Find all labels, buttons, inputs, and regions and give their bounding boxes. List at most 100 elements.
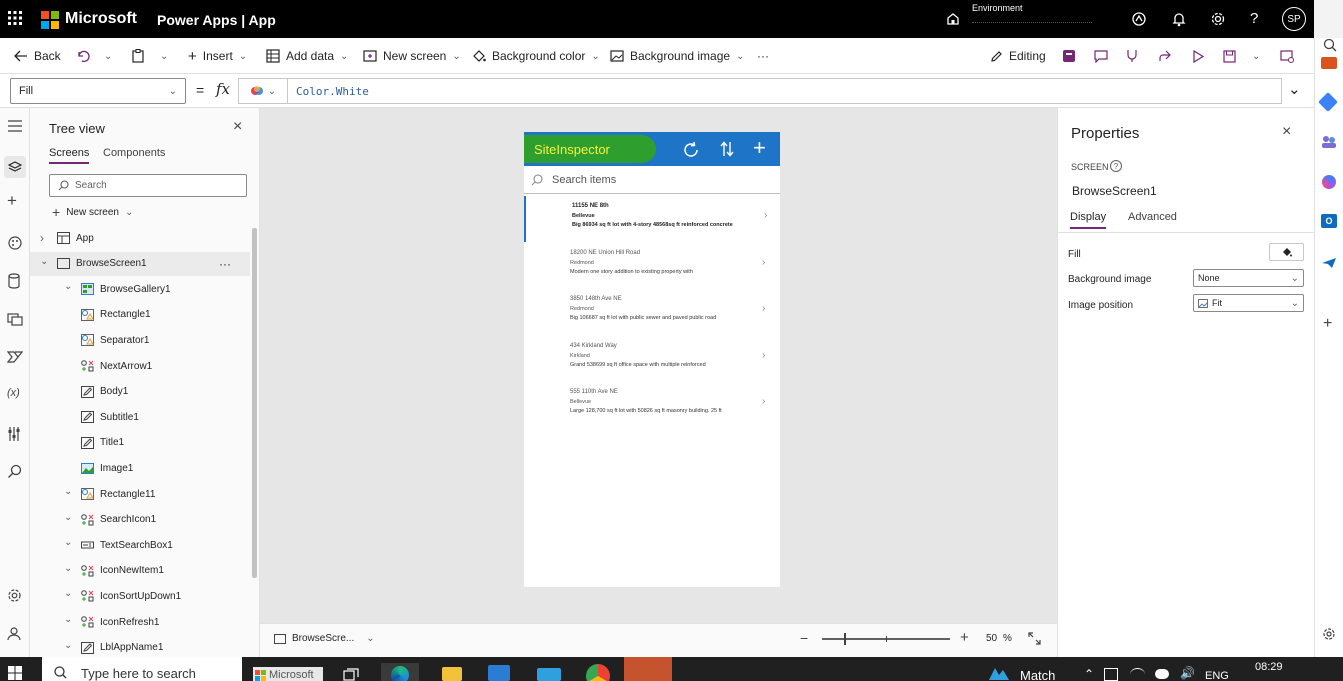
chevron-down-icon[interactable]: ⌄ xyxy=(64,537,76,548)
insert-button[interactable]: + Insert ⌄ xyxy=(188,38,247,74)
tree-item-rectangle11[interactable]: ⌄ Rectangle11 xyxy=(30,482,250,506)
tree-item-iconsortupdown1[interactable]: ⌄ IconSortUpDown1 xyxy=(30,584,250,608)
tab-components[interactable]: Components xyxy=(103,147,165,159)
formula-input[interactable]: Color.White xyxy=(288,78,1282,104)
sidebar-settings-icon[interactable] xyxy=(1322,627,1336,641)
tree-view-layers-icon[interactable] xyxy=(4,156,26,178)
help-icon[interactable]: ? xyxy=(1250,10,1258,27)
back-button[interactable]: Back xyxy=(14,38,61,74)
send-icon[interactable] xyxy=(1321,257,1337,269)
publish-button[interactable] xyxy=(1280,38,1294,74)
app-name[interactable]: Power Apps | App xyxy=(157,12,276,28)
save-button[interactable] xyxy=(1223,38,1236,74)
people-icon[interactable] xyxy=(1321,135,1337,149)
fill-color-picker[interactable] xyxy=(1269,243,1304,261)
tree-item-separator1[interactable]: Separator1 xyxy=(30,328,250,352)
chevron-down-icon[interactable]: ⌄ xyxy=(40,256,52,267)
gallery-item[interactable]: 3850 148th Ave NE Redmond Big 106687 sq ft… xyxy=(524,289,780,335)
next-arrow-icon[interactable]: › xyxy=(762,303,765,314)
property-dropdown[interactable]: Fill ⌄ xyxy=(10,78,186,104)
advanced-tools-icon[interactable] xyxy=(7,426,21,442)
control-name[interactable]: BrowseScreen1 xyxy=(1072,184,1157,198)
weather-label[interactable]: Match xyxy=(1020,668,1055,681)
tree-item-nextarrow1[interactable]: NextArrow1 xyxy=(30,354,250,378)
more-commands-button[interactable]: ··· xyxy=(757,38,769,74)
chevron-down-icon[interactable]: ⌄ xyxy=(64,563,76,574)
tab-display[interactable]: Display xyxy=(1070,211,1107,229)
chevron-down-icon[interactable]: ⌄ xyxy=(64,588,76,599)
zoom-in-icon[interactable]: + xyxy=(960,629,969,646)
add-data-button[interactable]: Add data ⌄ xyxy=(266,38,348,74)
next-arrow-icon[interactable]: › xyxy=(764,210,767,221)
avatar[interactable]: SP xyxy=(1282,7,1306,31)
clock-time[interactable]: 08:29 xyxy=(1255,661,1283,673)
save-chevron-icon[interactable]: ⌄ xyxy=(1252,38,1260,74)
tree-item-rectangle1[interactable]: Rectangle1 xyxy=(30,303,250,327)
tree-item-iconrefresh1[interactable]: ⌄ IconRefresh1 xyxy=(30,610,250,634)
share-button[interactable] xyxy=(1158,38,1172,74)
chrome-icon[interactable] xyxy=(586,664,610,681)
brand-name[interactable]: Microsoft xyxy=(65,10,137,28)
chevron-down-icon[interactable]: ⌄ xyxy=(64,614,76,625)
media-icon[interactable] xyxy=(7,312,23,326)
tree-item-searchicon1[interactable]: ⌄ SearchIcon1 xyxy=(30,508,250,532)
expand-formula-chevron-icon[interactable]: ⌄ xyxy=(1288,80,1301,98)
mail-icon[interactable] xyxy=(537,668,561,681)
add-plus-icon[interactable]: + xyxy=(1323,315,1332,333)
undo-button[interactable] xyxy=(76,38,90,74)
tree-item-iconnewitem1[interactable]: ⌄ IconNewItem1 xyxy=(30,559,250,583)
close-icon[interactable]: × xyxy=(1282,123,1291,141)
tag-icon[interactable] xyxy=(1318,92,1338,112)
app-title[interactable]: SiteInspector xyxy=(534,142,610,157)
next-arrow-icon[interactable]: › xyxy=(762,350,765,361)
paste-chevron-icon[interactable]: ⌄ xyxy=(160,38,168,74)
hamburger-menu-icon[interactable] xyxy=(7,120,23,132)
toolbox-icon[interactable] xyxy=(1321,57,1337,69)
themes-palette-icon[interactable] xyxy=(7,235,23,251)
next-arrow-icon[interactable]: › xyxy=(762,257,765,268)
tree-item-textsearchbox1[interactable]: ⌄ TextSearchBox1 xyxy=(30,533,250,557)
more-options-icon[interactable]: ··· xyxy=(219,257,231,271)
variables-icon[interactable]: (x) xyxy=(7,387,20,399)
app-checker-button[interactable] xyxy=(1062,38,1076,74)
info-icon[interactable]: ? xyxy=(1110,160,1122,172)
language-indicator[interactable]: ENG xyxy=(1205,670,1229,681)
tree-item-title1[interactable]: Title1 xyxy=(30,431,250,455)
refresh-icon[interactable] xyxy=(682,141,700,159)
outlook-icon[interactable]: O xyxy=(1321,214,1337,228)
zoom-slider-thumb[interactable] xyxy=(844,633,846,645)
edge-taskbar-button[interactable] xyxy=(381,663,419,681)
chevron-down-icon[interactable]: ⌄ xyxy=(64,512,76,523)
gallery-item[interactable]: 18200 NE Union Hill Road Redmond Modern on… xyxy=(524,243,780,289)
environment-label[interactable]: Environment xyxy=(972,3,1023,13)
copilot-formula-button[interactable]: ⌄ xyxy=(238,78,288,104)
app-search-box[interactable]: Search items xyxy=(524,166,780,194)
fit-to-window-icon[interactable] xyxy=(1028,632,1041,645)
store-icon[interactable] xyxy=(488,665,510,681)
gear-icon[interactable] xyxy=(1210,11,1226,27)
taskbar-search-box[interactable]: Type here to search xyxy=(42,657,242,681)
search-icon[interactable] xyxy=(1323,38,1337,52)
search-icon[interactable] xyxy=(7,464,22,479)
tree-item-browsescreen1[interactable]: ⌄ BrowseScreen1 ··· xyxy=(30,251,250,276)
tree-item-lblappname1[interactable]: ⌄ LblAppName1 xyxy=(30,636,250,660)
file-explorer-icon[interactable] xyxy=(442,667,462,681)
active-app-icon[interactable] xyxy=(624,657,672,681)
zoom-slider[interactable] xyxy=(822,633,950,645)
new-screen-tree-button[interactable]: + New screen ⌄ xyxy=(52,204,133,220)
close-icon[interactable]: × xyxy=(233,118,242,136)
tree-item-subtitle1[interactable]: Subtitle1 xyxy=(30,405,250,429)
gallery-item[interactable]: 11155 NE 8th Bellevue Big 86934 sq ft lot … xyxy=(524,196,780,242)
chevron-down-icon[interactable]: ⌄ xyxy=(64,281,76,292)
tree-item-app[interactable]: › App xyxy=(30,226,250,250)
chevron-down-icon[interactable]: ⌄ xyxy=(64,486,76,497)
gallery-item[interactable]: 555 110th Ave NE Bellevue Large 128,700 sq… xyxy=(524,382,780,428)
tree-search-box[interactable]: Search xyxy=(49,174,247,197)
image-position-dropdown[interactable]: Fit ⌄ xyxy=(1193,294,1304,312)
copilot-icon[interactable] xyxy=(1131,11,1147,27)
new-screen-button[interactable]: New screen ⌄ xyxy=(363,38,461,74)
zoom-out-icon[interactable]: − xyxy=(800,630,808,646)
windows-start-icon[interactable] xyxy=(8,666,22,680)
fx-icon[interactable]: fx xyxy=(216,80,230,98)
waffle-icon[interactable] xyxy=(8,11,22,25)
